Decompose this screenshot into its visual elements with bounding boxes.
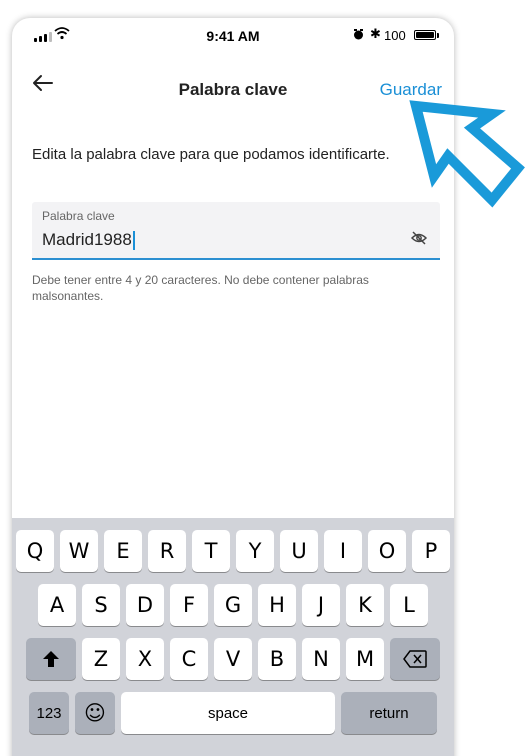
key-p[interactable]: P xyxy=(412,530,450,572)
pointer-arrow-icon xyxy=(409,100,525,208)
key-q[interactable]: Q xyxy=(16,530,54,572)
field-label: Palabra clave xyxy=(42,209,115,223)
key-b[interactable]: B xyxy=(258,638,296,680)
status-bar: 9:41 AM ✱ 100 xyxy=(12,18,454,52)
phone-screen: 9:41 AM ✱ 100 Palabra clave Guardar Edit… xyxy=(12,18,454,756)
key-d[interactable]: D xyxy=(126,584,164,626)
key-i[interactable]: I xyxy=(324,530,362,572)
bluetooth-icon: ✱ xyxy=(370,26,381,41)
key-w[interactable]: W xyxy=(60,530,98,572)
shift-key[interactable] xyxy=(26,638,76,680)
alarm-icon xyxy=(354,29,363,40)
key-h[interactable]: H xyxy=(258,584,296,626)
key-m[interactable]: M xyxy=(346,638,384,680)
key-n[interactable]: N xyxy=(302,638,340,680)
key-z[interactable]: Z xyxy=(82,638,120,680)
eye-off-icon[interactable] xyxy=(410,230,428,246)
password-input[interactable]: Madrid1988 xyxy=(42,229,135,251)
battery-icon xyxy=(414,30,439,40)
key-o[interactable]: O xyxy=(368,530,406,572)
key-j[interactable]: J xyxy=(302,584,340,626)
key-y[interactable]: Y xyxy=(236,530,274,572)
space-key[interactable]: space xyxy=(121,692,335,734)
key-e[interactable]: E xyxy=(104,530,142,572)
key-s[interactable]: S xyxy=(82,584,120,626)
return-key[interactable]: return xyxy=(341,692,437,734)
helper-text: Debe tener entre 4 y 20 caracteres. No d… xyxy=(32,273,369,303)
password-value: Madrid1988 xyxy=(42,230,132,249)
backspace-icon xyxy=(403,650,427,668)
key-f[interactable]: F xyxy=(170,584,208,626)
key-u[interactable]: U xyxy=(280,530,318,572)
key-r[interactable]: R xyxy=(148,530,186,572)
description-text: Edita la palabra clave para que podamos … xyxy=(32,146,390,163)
text-caret xyxy=(132,230,135,250)
key-c[interactable]: C xyxy=(170,638,208,680)
key-l[interactable]: L xyxy=(390,584,428,626)
key-k[interactable]: K xyxy=(346,584,384,626)
keyboard: Q W E R T Y U I O P A S D F G H J K L Z xyxy=(12,518,454,756)
nav-bar: Palabra clave Guardar xyxy=(12,58,454,102)
shift-icon xyxy=(43,651,59,667)
key-a[interactable]: A xyxy=(38,584,76,626)
password-field[interactable]: Palabra clave Madrid1988 xyxy=(32,202,440,260)
numbers-key[interactable]: 123 xyxy=(29,692,69,734)
battery-percent: 100 xyxy=(384,28,406,43)
emoji-key[interactable]: ☺ xyxy=(75,692,115,734)
key-g[interactable]: G xyxy=(214,584,252,626)
key-x[interactable]: X xyxy=(126,638,164,680)
key-v[interactable]: V xyxy=(214,638,252,680)
backspace-key[interactable] xyxy=(390,638,440,680)
key-t[interactable]: T xyxy=(192,530,230,572)
